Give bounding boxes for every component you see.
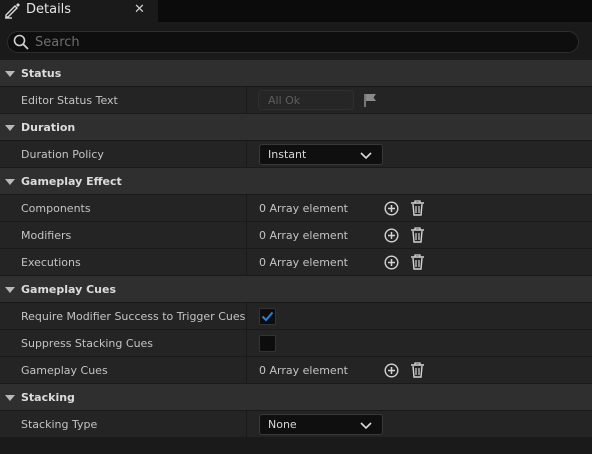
dropdown-value: Instant xyxy=(268,148,307,161)
editor-status-value: All Ok xyxy=(268,94,301,107)
column-divider xyxy=(246,411,247,438)
category-label: Gameplay Effect xyxy=(21,175,122,188)
property-label: Editor Status Text xyxy=(21,94,118,107)
column-divider xyxy=(246,195,247,222)
property-label: Executions xyxy=(21,256,81,269)
category-label: Status xyxy=(21,67,62,80)
editor-status-field: All Ok xyxy=(258,90,354,110)
column-divider xyxy=(246,141,247,168)
tab-bar: Details ✕ xyxy=(0,0,592,22)
property-label: Duration Policy xyxy=(21,148,104,161)
stacking-type-dropdown[interactable]: None xyxy=(259,414,383,435)
add-icon[interactable] xyxy=(384,201,399,216)
property-components: Components 0 Array element xyxy=(0,195,592,222)
property-label: Require Modifier Success to Trigger Cues xyxy=(21,310,246,323)
array-count: 0 Array element xyxy=(259,256,348,269)
tab-details[interactable]: Details ✕ xyxy=(0,0,158,22)
flag-icon xyxy=(364,94,376,107)
column-divider xyxy=(246,87,247,114)
search-icon xyxy=(13,34,29,50)
column-divider xyxy=(246,249,247,276)
category-stacking[interactable]: Stacking xyxy=(0,384,592,411)
dropdown-value: None xyxy=(268,418,297,431)
category-gameplay-cues[interactable]: Gameplay Cues xyxy=(0,276,592,303)
category-gameplay-effect[interactable]: Gameplay Effect xyxy=(0,168,592,195)
delete-icon[interactable] xyxy=(410,362,425,378)
tab-title: Details xyxy=(26,2,72,17)
chevron-down-icon xyxy=(360,422,372,430)
property-suppress-stacking-cues: Suppress Stacking Cues xyxy=(0,330,592,357)
delete-icon[interactable] xyxy=(410,227,425,243)
column-divider xyxy=(246,222,247,249)
category-label: Gameplay Cues xyxy=(21,283,117,296)
chevron-down-icon xyxy=(5,125,15,131)
property-modifiers: Modifiers 0 Array element xyxy=(0,222,592,249)
array-count: 0 Array element xyxy=(259,229,348,242)
search-input[interactable]: Search xyxy=(7,31,579,53)
category-status[interactable]: Status xyxy=(0,60,592,87)
property-editor-status-text: Editor Status Text All Ok xyxy=(0,87,592,114)
details-panel: Details ✕ Search Status Editor Status Te… xyxy=(0,0,592,454)
category-label: Duration xyxy=(21,121,76,134)
chevron-down-icon xyxy=(5,71,15,77)
column-divider xyxy=(246,357,247,384)
chevron-down-icon xyxy=(5,287,15,293)
search-placeholder: Search xyxy=(35,35,80,50)
add-icon[interactable] xyxy=(384,228,399,243)
category-duration[interactable]: Duration xyxy=(0,114,592,141)
chevron-down-icon xyxy=(5,179,15,185)
property-require-modifier-success: Require Modifier Success to Trigger Cues xyxy=(0,303,592,330)
suppress-stacking-cues-checkbox[interactable] xyxy=(259,335,276,352)
property-label: Components xyxy=(21,202,91,215)
add-icon[interactable] xyxy=(384,363,399,378)
column-divider xyxy=(246,330,247,357)
property-stacking-type: Stacking Type None xyxy=(0,411,592,438)
property-gameplay-cues: Gameplay Cues 0 Array element xyxy=(0,357,592,384)
close-icon[interactable]: ✕ xyxy=(134,2,145,17)
array-count: 0 Array element xyxy=(259,202,348,215)
category-label: Stacking xyxy=(21,391,75,404)
delete-icon[interactable] xyxy=(410,254,425,270)
require-modifier-success-checkbox[interactable] xyxy=(259,308,276,325)
property-duration-policy: Duration Policy Instant xyxy=(0,141,592,168)
details-icon xyxy=(5,3,20,19)
property-label: Modifiers xyxy=(21,229,72,242)
property-executions: Executions 0 Array element xyxy=(0,249,592,276)
chevron-down-icon xyxy=(360,152,372,160)
add-icon[interactable] xyxy=(384,255,399,270)
property-label: Suppress Stacking Cues xyxy=(21,337,154,350)
delete-icon[interactable] xyxy=(410,200,425,216)
duration-policy-dropdown[interactable]: Instant xyxy=(259,144,383,165)
check-icon xyxy=(261,311,274,322)
property-list: Status Editor Status Text All Ok Duratio… xyxy=(0,60,592,438)
array-count: 0 Array element xyxy=(259,364,348,377)
column-divider xyxy=(246,303,247,330)
chevron-down-icon xyxy=(5,395,15,401)
property-label: Stacking Type xyxy=(21,418,98,431)
property-label: Gameplay Cues xyxy=(21,364,108,377)
search-row: Search xyxy=(0,22,592,60)
